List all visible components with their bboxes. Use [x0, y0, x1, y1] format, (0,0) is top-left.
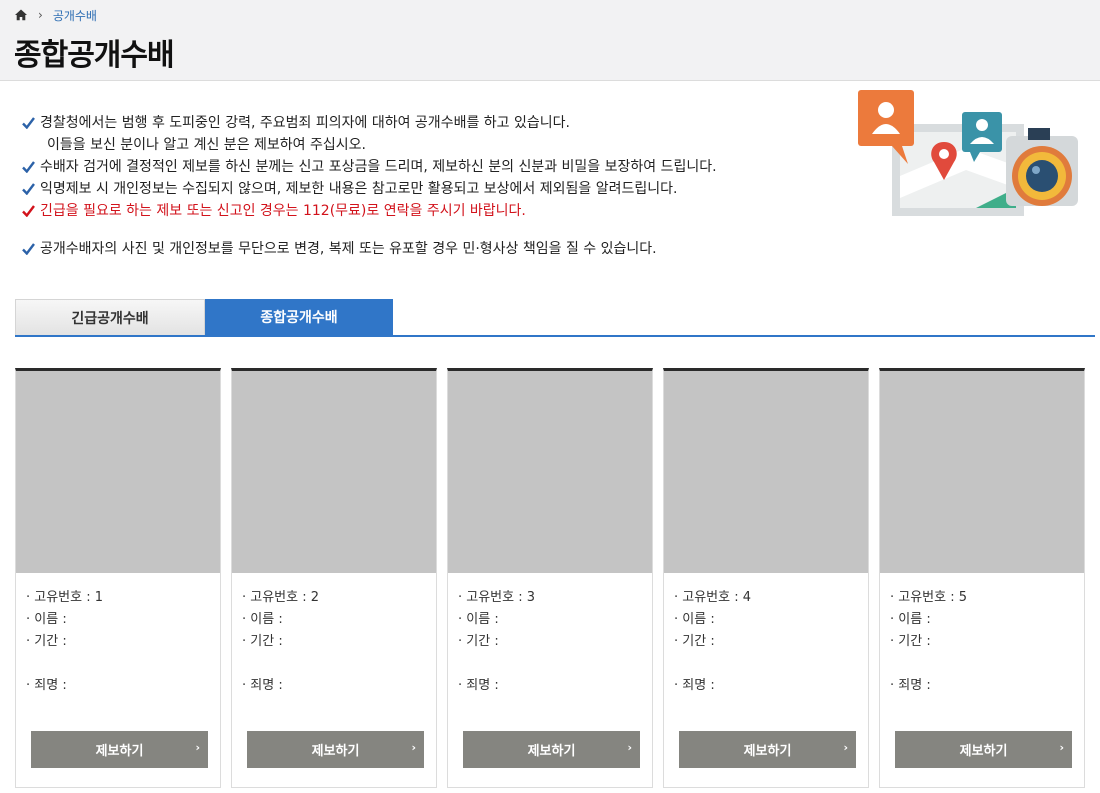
page-header: › 공개수배 종합공개수배	[0, 0, 1100, 81]
notice-text: 이들을 보신 분이나 알고 계신 분은 제보하여 주십시오.	[47, 137, 366, 153]
period-label: · 기간 :	[458, 634, 499, 649]
notice-item: 익명제보 시 개인정보는 수집되지 않으며, 제보한 내용은 참고로만 활용되고…	[22, 178, 842, 200]
notice-text-urgent: 긴급을 필요로 하는 제보 또는 신고인 경우는 112(무료)로 연락을 주시…	[40, 203, 526, 219]
period-label: · 기간 :	[26, 634, 67, 649]
wanted-photo[interactable]	[880, 371, 1084, 573]
notice-item-urgent: 긴급을 필요로 하는 제보 또는 신고인 경우는 112(무료)로 연락을 주시…	[22, 200, 842, 222]
report-button[interactable]: 제보하기 ›	[31, 731, 208, 768]
page-title: 종합공개수배	[14, 38, 175, 73]
name-label: · 이름 :	[458, 612, 499, 627]
report-button-label: 제보하기	[527, 744, 576, 759]
notice-text: 공개수배자의 사진 및 개인정보를 무단으로 변경, 복제 또는 유포할 경우 …	[40, 241, 657, 257]
crime-label: · 죄명 :	[674, 678, 715, 693]
chevron-right-icon: ›	[195, 741, 200, 754]
wanted-info: · 고유번호 : 3 · 이름 : · 기간 : · 죄명 :	[458, 587, 535, 697]
wanted-info: · 고유번호 : 4 · 이름 : · 기간 : · 죄명 :	[674, 587, 751, 697]
wanted-info: · 고유번호 : 1 · 이름 : · 기간 : · 죄명 :	[26, 587, 103, 697]
crime-label: · 죄명 :	[458, 678, 499, 693]
period-label: · 기간 :	[242, 634, 283, 649]
name-label: · 이름 :	[242, 612, 283, 627]
report-button-label: 제보하기	[95, 744, 144, 759]
wanted-photo[interactable]	[232, 371, 436, 573]
breadcrumb: › 공개수배	[14, 6, 97, 24]
report-button[interactable]: 제보하기 ›	[895, 731, 1072, 768]
notice-item: 경찰청에서는 범행 후 도피중인 강력, 주요범죄 피의자에 대하여 공개수배를…	[22, 112, 842, 134]
name-label: · 이름 :	[674, 612, 715, 627]
home-icon[interactable]	[14, 8, 28, 22]
id-label: · 고유번호 : 4	[674, 590, 752, 605]
chevron-right-icon: ›	[843, 741, 848, 754]
id-label: · 고유번호 : 1	[26, 590, 104, 605]
report-button[interactable]: 제보하기 ›	[247, 731, 424, 768]
chevron-right-icon: ›	[411, 741, 416, 754]
chevron-right-icon: ›	[627, 741, 632, 754]
chevron-right-icon: ›	[1059, 741, 1064, 754]
check-icon-red	[22, 200, 40, 222]
wanted-photo[interactable]	[448, 371, 652, 573]
tab-general-wanted[interactable]: 종합공개수배	[205, 299, 393, 335]
notice-text: 수배자 검거에 결정적인 제보를 하신 분께는 신고 포상금을 드리며, 제보하…	[40, 159, 717, 175]
period-label: · 기간 :	[674, 634, 715, 649]
tab-bar: 긴급공개수배 종합공개수배	[15, 299, 1095, 337]
wanted-card: · 고유번호 : 1 · 이름 : · 기간 : · 죄명 : 제보하기 ›	[15, 368, 221, 788]
wanted-card: · 고유번호 : 2 · 이름 : · 기간 : · 죄명 : 제보하기 ›	[231, 368, 437, 788]
wanted-info: · 고유번호 : 5 · 이름 : · 기간 : · 죄명 :	[890, 587, 967, 697]
wanted-photo[interactable]	[664, 371, 868, 573]
chevron-right-icon: ›	[38, 8, 43, 22]
report-button[interactable]: 제보하기 ›	[463, 731, 640, 768]
id-label: · 고유번호 : 5	[890, 590, 968, 605]
breadcrumb-current[interactable]: 공개수배	[53, 7, 97, 24]
wanted-card: · 고유번호 : 4 · 이름 : · 기간 : · 죄명 : 제보하기 ›	[663, 368, 869, 788]
check-icon	[22, 178, 40, 200]
id-label: · 고유번호 : 2	[242, 590, 320, 605]
notice-item: 공개수배자의 사진 및 개인정보를 무단으로 변경, 복제 또는 유포할 경우 …	[22, 238, 842, 260]
name-label: · 이름 :	[26, 612, 67, 627]
id-label: · 고유번호 : 3	[458, 590, 536, 605]
check-icon	[22, 156, 40, 178]
report-button-label: 제보하기	[743, 744, 792, 759]
report-button[interactable]: 제보하기 ›	[679, 731, 856, 768]
notice-text: 경찰청에서는 범행 후 도피중인 강력, 주요범죄 피의자에 대하여 공개수배를…	[40, 115, 570, 131]
wanted-map-illustration-icon	[858, 90, 1078, 216]
wanted-info: · 고유번호 : 2 · 이름 : · 기간 : · 죄명 :	[242, 587, 319, 697]
report-button-label: 제보하기	[311, 744, 360, 759]
period-label: · 기간 :	[890, 634, 931, 649]
wanted-photo[interactable]	[16, 371, 220, 573]
name-label: · 이름 :	[890, 612, 931, 627]
crime-label: · 죄명 :	[26, 678, 67, 693]
notice-item: 수배자 검거에 결정적인 제보를 하신 분께는 신고 포상금을 드리며, 제보하…	[22, 156, 842, 178]
notice-text: 익명제보 시 개인정보는 수집되지 않으며, 제보한 내용은 참고로만 활용되고…	[40, 181, 678, 197]
check-icon	[22, 238, 40, 260]
check-icon	[22, 112, 40, 134]
crime-label: · 죄명 :	[242, 678, 283, 693]
report-button-label: 제보하기	[959, 744, 1008, 759]
notice-list: 경찰청에서는 범행 후 도피중인 강력, 주요범죄 피의자에 대하여 공개수배를…	[22, 112, 842, 260]
wanted-card: · 고유번호 : 5 · 이름 : · 기간 : · 죄명 : 제보하기 ›	[879, 368, 1085, 788]
wanted-card: · 고유번호 : 3 · 이름 : · 기간 : · 죄명 : 제보하기 ›	[447, 368, 653, 788]
tab-urgent-wanted[interactable]: 긴급공개수배	[15, 299, 205, 335]
crime-label: · 죄명 :	[890, 678, 931, 693]
